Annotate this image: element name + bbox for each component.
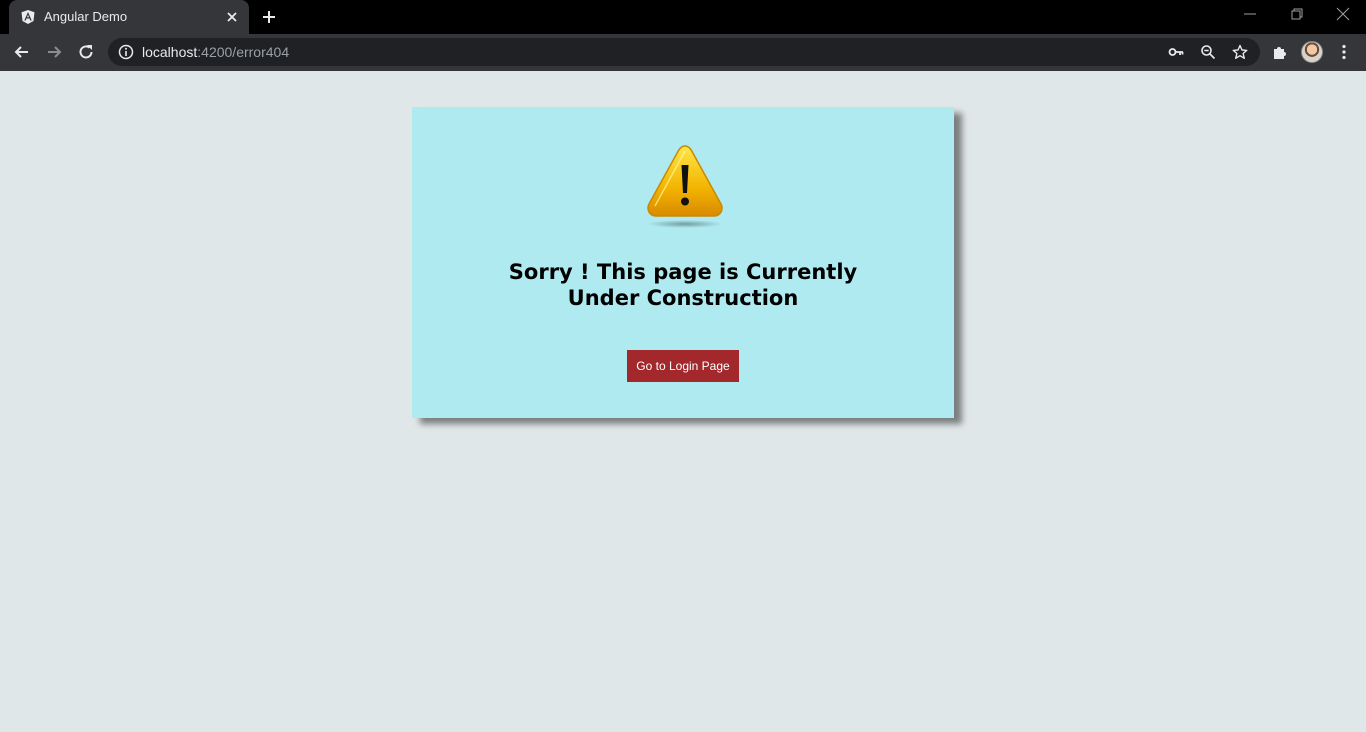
reload-icon[interactable] <box>77 43 95 61</box>
back-icon[interactable] <box>13 43 31 61</box>
key-icon[interactable] <box>1168 44 1184 60</box>
angular-icon <box>21 10 35 24</box>
url-text: localhost:4200/error404 <box>142 44 289 60</box>
address-bar[interactable]: localhost:4200/error404 <box>108 38 1260 66</box>
url-path: :4200/error404 <box>197 44 290 60</box>
info-icon[interactable] <box>118 44 134 60</box>
page-title: Sorry ! This page is Currently Under Con… <box>508 260 858 310</box>
tab-title: Angular Demo <box>44 9 128 24</box>
browser-tab[interactable]: Angular Demo <box>9 0 249 34</box>
warning-icon <box>647 145 723 228</box>
star-icon[interactable] <box>1232 44 1248 60</box>
profile-avatar[interactable] <box>1301 41 1323 63</box>
tab-strip: Angular Demo <box>0 0 1366 34</box>
new-tab-icon[interactable] <box>261 9 277 25</box>
extensions-icon[interactable] <box>1271 43 1289 61</box>
restore-icon[interactable] <box>1290 7 1304 21</box>
forward-icon[interactable] <box>45 43 63 61</box>
url-host: localhost <box>142 44 198 60</box>
browser-toolbar: localhost:4200/error404 <box>0 34 1366 71</box>
tab-close-icon[interactable] <box>224 9 240 25</box>
error-card: Sorry ! This page is Currently Under Con… <box>412 107 954 418</box>
close-icon[interactable] <box>1336 7 1350 21</box>
go-to-login-button[interactable]: Go to Login Page <box>627 350 739 382</box>
minimize-icon[interactable] <box>1243 7 1257 21</box>
zoom-out-icon[interactable] <box>1200 44 1216 60</box>
menu-icon[interactable] <box>1335 43 1353 61</box>
